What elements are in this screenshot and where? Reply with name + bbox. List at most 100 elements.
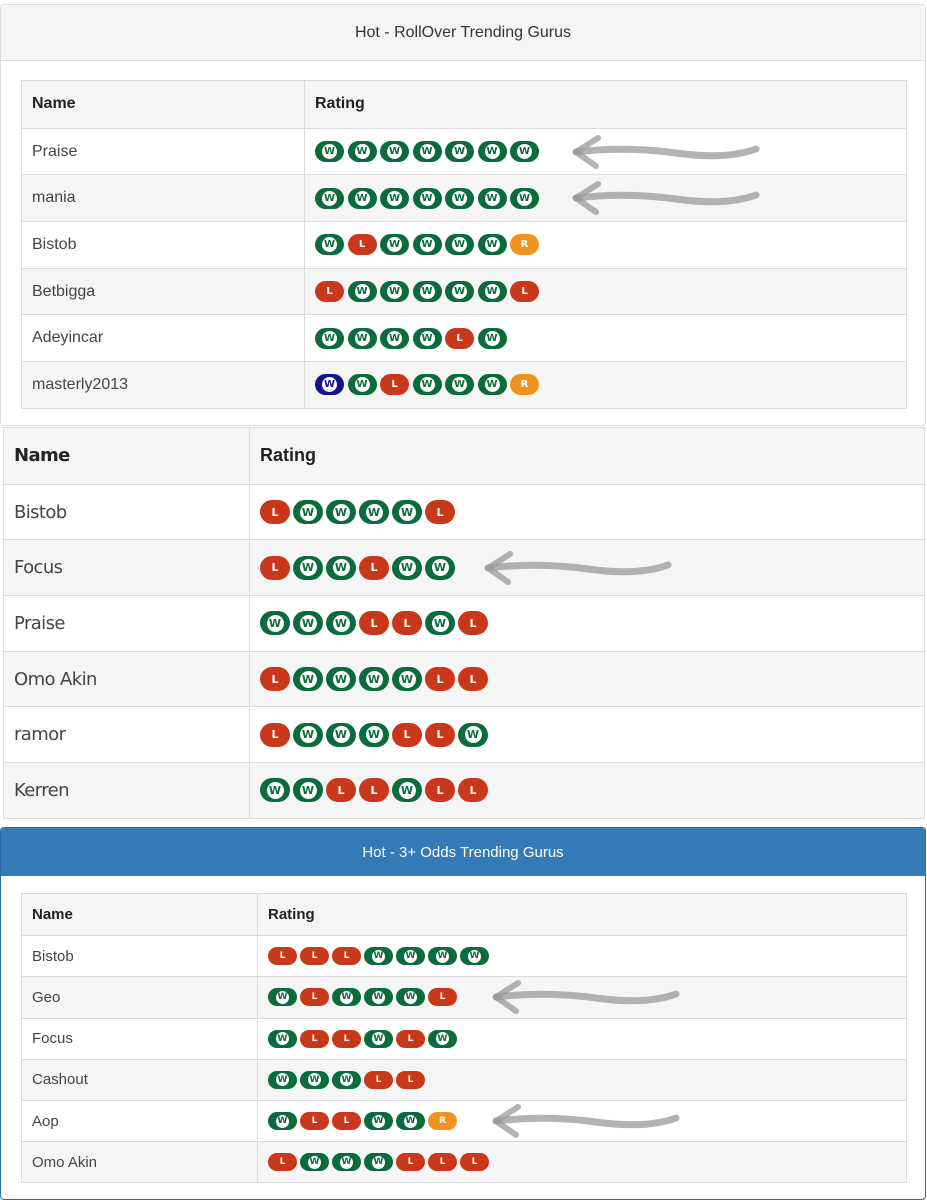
table-row[interactable]: Focus L W W L W W (4, 539, 924, 596)
win-badge-label: W (452, 377, 467, 393)
loss-badge-label: L (311, 951, 318, 962)
table-row[interactable]: Omo Akin L W W W W L L (4, 650, 924, 707)
table-row[interactable]: Bistob L L L W W W W (22, 935, 906, 977)
guru-name[interactable]: Praise (4, 596, 250, 651)
rating-badges: WLLWWR (258, 1101, 906, 1141)
table-row[interactable]: Praise W W W W W W W (22, 127, 906, 175)
rating-badges: WWWLLWL (250, 596, 924, 651)
table-row[interactable]: Kerren W W L L W L L (4, 762, 924, 818)
rating-column-header: Rating (268, 906, 315, 924)
win-badge-label: W (372, 1155, 385, 1169)
win-badge: W (359, 722, 389, 747)
loss-badge-label: L (391, 379, 398, 391)
table-row[interactable]: Adeyincar W W W W L W (22, 314, 906, 362)
annotation-arrow-icon (492, 1104, 680, 1139)
win-badge: W (364, 1029, 393, 1048)
table-row[interactable]: Omo Akin L W W W L L L (22, 1141, 906, 1183)
loss-badge: L (315, 281, 344, 303)
loss-badge-label: L (403, 616, 411, 630)
panel-title: Hot - RollOver Trending Gurus (1, 5, 925, 61)
loss-badge-label: L (271, 672, 279, 686)
guru-name[interactable]: Geo (22, 977, 258, 1018)
loss-badge-label: L (271, 561, 279, 575)
win-badge: W (396, 947, 425, 966)
loss-badge: L (268, 1153, 297, 1172)
loss-badge-label: L (407, 1033, 414, 1044)
guru-name[interactable]: Cashout (22, 1059, 258, 1100)
loss-badge-label: L (439, 992, 446, 1003)
win-badge: W (445, 281, 474, 303)
table-row[interactable]: mania W W W W W W W (22, 174, 906, 222)
win-badge: W (326, 667, 356, 692)
table-row[interactable]: Bistob L W W W W L (4, 483, 924, 540)
win-badge-label: W (372, 1114, 385, 1128)
guru-name[interactable]: Bistob (22, 936, 258, 977)
guru-name[interactable]: Adeyincar (22, 315, 305, 362)
loss-badge: L (359, 555, 389, 580)
win-badge-label: W (299, 781, 317, 799)
win-badge-label: W (332, 503, 350, 521)
guru-name[interactable]: Betbigga (22, 268, 305, 315)
table-header-row: Name Rating (4, 428, 924, 484)
win-badge: W (315, 234, 344, 256)
win-badge-label: W (398, 781, 416, 799)
win-badge-label: W (419, 190, 435, 206)
win-badge: W (332, 1153, 361, 1172)
win-badge-label: W (398, 503, 416, 521)
win-badge: W (332, 1070, 361, 1089)
win-badge-label: W (387, 237, 402, 253)
table-row[interactable]: Betbigga L W W W W W L (22, 267, 906, 315)
win-badge: W (268, 1070, 297, 1089)
loss-badge: L (359, 778, 389, 803)
win-badge-label: W (484, 377, 500, 393)
guru-name[interactable]: Omo Akin (22, 1142, 258, 1183)
loss-badge-label: L (436, 505, 444, 519)
loss-badge: L (260, 667, 290, 692)
table-row[interactable]: Aop W L L W W R (22, 1099, 906, 1142)
table-row[interactable]: masterly2013 W W L W W W R (22, 361, 906, 408)
win-badge: W (347, 374, 377, 396)
win-badge: W (268, 1112, 297, 1131)
win-badge-label: W (322, 190, 337, 206)
trending-gurus-panel: Name Rating Bistob L W W W W L Focus L W W L W W Prais… (3, 427, 925, 819)
win-badge-label: W (431, 559, 449, 577)
win-badge-label: W (404, 1114, 417, 1128)
win-badge: W (380, 187, 409, 209)
guru-name[interactable]: Kerren (4, 763, 250, 818)
table-row[interactable]: Cashout W W W L L (22, 1058, 906, 1100)
win-badge-label: W (299, 726, 317, 744)
guru-name[interactable]: masterly2013 (22, 362, 305, 408)
guru-name[interactable]: Bistob (22, 222, 305, 268)
loss-badge-label: L (407, 1074, 414, 1085)
win-badge: W (293, 722, 323, 747)
rating-badges: WWWLL (258, 1060, 906, 1100)
table-row[interactable]: ramor L W W W L L W (4, 706, 924, 763)
table-row[interactable]: Bistob W L W W W W R (22, 221, 906, 268)
guru-name[interactable]: Omo Akin (4, 651, 250, 707)
guru-name[interactable]: Bistob (4, 484, 250, 540)
guru-name[interactable]: Focus (4, 540, 250, 596)
guru-name[interactable]: Aop (22, 1100, 258, 1142)
guru-name[interactable]: Focus (22, 1018, 258, 1059)
win-badge: W (326, 555, 356, 580)
guru-name[interactable]: Praise (22, 128, 305, 175)
loss-badge-label: L (521, 286, 528, 298)
win-badge: W (326, 611, 356, 636)
table-row[interactable]: Geo W L W W W L (22, 976, 906, 1018)
win-badge-label: W (404, 949, 417, 963)
rating-badges: WLWWWWR (305, 222, 906, 268)
win-badge-label: W (484, 330, 500, 346)
win-badge: W (359, 500, 389, 525)
win-badge: W (392, 778, 422, 803)
win-badge-label: W (452, 284, 467, 300)
table-header-row: Name Rating (22, 894, 906, 936)
guru-name[interactable]: mania (22, 175, 305, 222)
trending-gurus-table: Name Rating Bistob L W W W W L Focus L W W L W W Prais… (3, 427, 925, 819)
loss-badge: L (300, 988, 329, 1007)
loss-badge-label: L (375, 1074, 382, 1085)
table-row[interactable]: Focus W L L W L W (22, 1017, 906, 1059)
guru-name[interactable]: ramor (4, 707, 250, 763)
table-row[interactable]: Praise W W W L L W L (4, 595, 924, 651)
win-badge-label: W (452, 190, 467, 206)
three-plus-odds-panel: Hot - 3+ Odds Trending Gurus Name Rating… (0, 827, 926, 1200)
